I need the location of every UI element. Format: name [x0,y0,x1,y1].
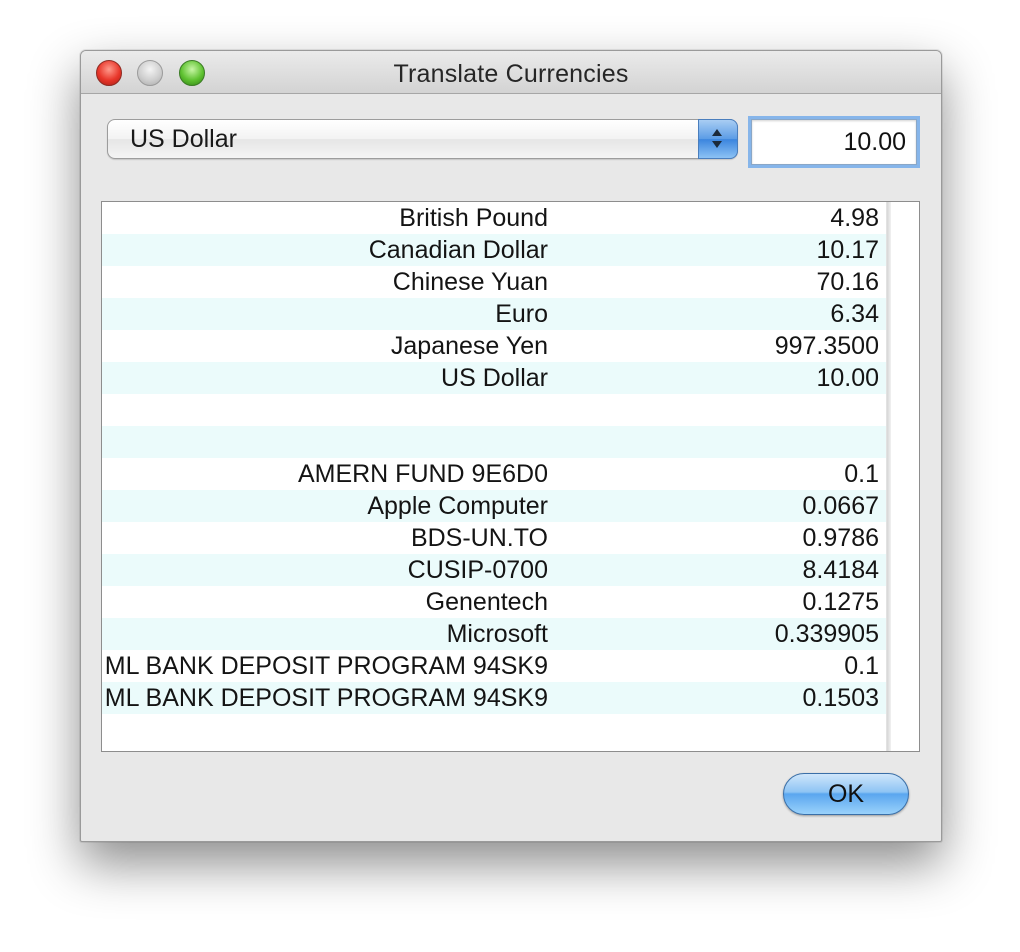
amount-field[interactable] [751,119,917,165]
row-name: Genentech [425,588,548,616]
row-value: 0.1503 [802,684,879,712]
table-row: Japanese Yen 997.3500 [102,330,887,362]
row-name: CUSIP-0700 [407,556,548,584]
table-row: ML BANK DEPOSIT PROGRAM 94SK9 0.1 [102,650,887,682]
row-name: BDS-UN.TO [410,524,548,552]
row-name: US Dollar [441,364,548,392]
row-name: AMERN FUND 9E6D0 [297,460,548,488]
row-value: 10.17 [816,236,879,264]
table-row: Microsoft 0.339905 [102,618,887,650]
table-row: Euro 6.34 [102,298,887,330]
row-value: 0.1 [844,652,879,680]
currency-popup-label: US Dollar [130,125,237,153]
row-value: 0.1 [844,460,879,488]
row-name: Chinese Yuan [392,268,548,296]
row-value [548,426,887,458]
row-value: 70.16 [816,268,879,296]
row-value: 10.00 [816,364,879,392]
window-title: Translate Currencies [393,60,629,88]
row-value: 0.339905 [774,620,879,648]
table-row: Genentech 0.1275 [102,586,887,618]
row-name: Apple Computer [367,492,548,520]
row-name: ML BANK DEPOSIT PROGRAM 94SK9 [104,652,548,680]
conversion-rows: British Pound 4.98 Canadian Dollar 10.17… [102,202,887,714]
row-name [102,394,548,426]
table-row: US Dollar 10.00 [102,362,887,394]
table-row [102,394,887,426]
table-row: BDS-UN.TO 0.9786 [102,522,887,554]
row-value: 0.1275 [802,588,879,616]
table-row: British Pound 4.98 [102,202,887,234]
row-value: 4.98 [830,204,879,232]
title-bar[interactable]: Translate Currencies [81,51,941,94]
row-name: ML BANK DEPOSIT PROGRAM 94SK9 [104,684,548,712]
row-name: Euro [495,300,548,328]
vertical-scrollbar[interactable] [886,202,919,751]
row-value: 8.4184 [802,556,879,584]
row-name: British Pound [399,204,548,232]
table-row [102,426,887,458]
table-row: Canadian Dollar 10.17 [102,234,887,266]
table-row: Chinese Yuan 70.16 [102,266,887,298]
table-row: AMERN FUND 9E6D0 0.1 [102,458,887,490]
currency-popup-button[interactable]: US Dollar [107,119,738,159]
scrollbar-rail [887,202,891,751]
row-value: 0.9786 [802,524,879,552]
conversion-table[interactable]: British Pound 4.98 Canadian Dollar 10.17… [101,201,920,752]
row-name: Canadian Dollar [368,236,548,264]
table-row: CUSIP-0700 8.4184 [102,554,887,586]
translate-currencies-window: Translate Currencies US Dollar British P… [80,50,942,842]
ok-button[interactable]: OK [783,773,909,815]
row-value [548,394,887,426]
row-name [102,426,548,458]
row-value: 0.0667 [802,492,879,520]
row-name: Japanese Yen [390,332,548,360]
row-value: 6.34 [830,300,879,328]
row-value: 997.3500 [774,332,879,360]
table-row: Apple Computer 0.0667 [102,490,887,522]
row-name: Microsoft [446,620,548,648]
popup-arrows-icon [698,119,738,159]
table-row: ML BANK DEPOSIT PROGRAM 94SK9 0.1503 [102,682,887,714]
